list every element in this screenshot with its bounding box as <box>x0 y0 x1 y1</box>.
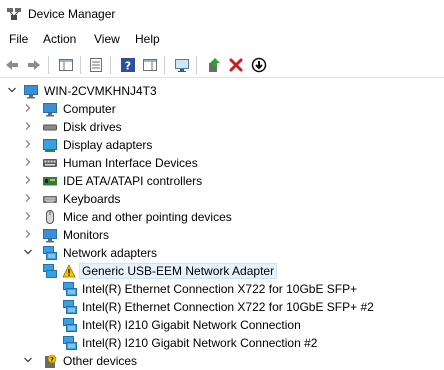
display-adapter-icon <box>43 139 57 152</box>
computer-icon <box>24 85 38 99</box>
expand-chevron-icon[interactable] <box>23 210 33 222</box>
menu-bar: File Action View Help <box>0 30 444 50</box>
menu-action[interactable]: Action <box>41 32 78 46</box>
forward-icon[interactable] <box>24 55 44 75</box>
tree-category-label: Display adapters <box>63 138 153 152</box>
toolbar-separator <box>196 56 197 74</box>
hid-icon <box>43 159 57 167</box>
menu-view[interactable]: View <box>92 32 122 46</box>
network-adapter-icon <box>63 300 77 314</box>
svg-text:?: ? <box>50 355 54 363</box>
expand-chevron-icon[interactable] <box>23 120 33 132</box>
toolbar-separator <box>164 56 165 74</box>
tree-category-hid[interactable]: Human Interface Devices <box>0 154 444 172</box>
expand-chevron-icon[interactable] <box>23 156 33 168</box>
tree-device-intel-x722[interactable]: Intel(R) Ethernet Connection X722 for 10… <box>0 280 444 298</box>
network-adapter-icon <box>63 318 77 332</box>
mouse-icon <box>46 210 54 224</box>
tree-category-label: Mice and other pointing devices <box>63 210 232 224</box>
menu-help[interactable]: Help <box>133 32 162 46</box>
network-adapter-icon <box>63 282 77 296</box>
tree-device-intel-i210[interactable]: Intel(R) I210 Gigabit Network Connection <box>0 316 444 334</box>
expand-chevron-icon[interactable] <box>23 174 33 186</box>
tree-category-ide-controllers[interactable]: IDE ATA/ATAPI controllers <box>0 172 444 190</box>
toolbar-separator <box>110 56 111 74</box>
ide-controller-icon <box>43 177 57 186</box>
collapse-chevron-icon[interactable] <box>23 354 33 366</box>
tree-category-label: Keyboards <box>63 192 121 206</box>
network-adapter-icon <box>43 246 57 260</box>
toolbar: ? <box>0 52 444 78</box>
network-adapter-icon <box>63 336 77 350</box>
monitor-icon <box>43 229 57 243</box>
tree-category-monitors[interactable]: Monitors <box>0 226 444 244</box>
tree-category-label: Computer <box>63 102 116 116</box>
update-driver-icon[interactable] <box>204 55 224 75</box>
warning-icon <box>62 264 76 278</box>
properties-icon[interactable] <box>86 55 106 75</box>
tree-device-label: Intel(R) I210 Gigabit Network Connection… <box>82 336 318 350</box>
show-hide-console-tree-icon[interactable] <box>56 55 76 75</box>
expand-chevron-icon[interactable] <box>23 192 33 204</box>
tree-device-label: Intel(R) Ethernet Connection X722 for 10… <box>82 282 358 296</box>
toolbar-separator <box>48 56 49 74</box>
tree-device-label: Generic USB-EEM Network Adapter <box>78 263 278 279</box>
tree-category-label: Other devices <box>63 354 138 368</box>
uninstall-icon[interactable] <box>226 55 246 75</box>
back-icon[interactable] <box>2 55 22 75</box>
tree-device-intel-i210-2[interactable]: Intel(R) I210 Gigabit Network Connection… <box>0 334 444 352</box>
window-title: Device Manager <box>28 7 116 21</box>
tree-category-computer[interactable]: Computer <box>0 100 444 118</box>
expand-chevron-icon[interactable] <box>23 138 33 150</box>
menu-file[interactable]: File <box>7 32 30 46</box>
disable-device-icon[interactable] <box>249 55 269 75</box>
device-tree: WIN-2CVMKHNJ4T3 Computer Disk drives Dis… <box>0 80 444 370</box>
tree-device-label: Intel(R) Ethernet Connection X722 for 10… <box>82 300 374 314</box>
expand-chevron-icon[interactable] <box>23 102 33 114</box>
svg-text:?: ? <box>125 60 131 73</box>
tree-category-disk-drives[interactable]: Disk drives <box>0 118 444 136</box>
expand-chevron-icon[interactable] <box>23 228 33 240</box>
other-devices-icon: ? <box>45 354 57 368</box>
tree-category-label: IDE ATA/ATAPI controllers <box>63 174 203 188</box>
device-manager-icon <box>7 8 21 20</box>
tree-device-generic-usb-eem[interactable]: Generic USB-EEM Network Adapter <box>0 262 444 280</box>
tree-category-mice[interactable]: Mice and other pointing devices <box>0 208 444 226</box>
collapse-chevron-icon[interactable] <box>23 246 33 258</box>
computer-icon <box>43 103 57 117</box>
action-pane-icon[interactable] <box>140 55 160 75</box>
tree-category-other-devices[interactable]: ? Other devices <box>0 352 444 370</box>
tree-category-label: Network adapters <box>63 246 158 260</box>
collapse-chevron-icon[interactable] <box>7 84 17 96</box>
tree-category-label: Human Interface Devices <box>63 156 198 170</box>
tree-category-label: Monitors <box>63 228 110 242</box>
tree-category-network-adapters[interactable]: Network adapters <box>0 244 444 262</box>
tree-root[interactable]: WIN-2CVMKHNJ4T3 <box>0 82 444 100</box>
tree-category-keyboards[interactable]: Keyboards <box>0 190 444 208</box>
tree-category-label: Disk drives <box>63 120 122 134</box>
tree-device-label: Intel(R) I210 Gigabit Network Connection <box>82 318 301 332</box>
disk-drive-icon <box>43 124 57 131</box>
scan-hardware-icon[interactable] <box>172 55 192 75</box>
toolbar-separator <box>80 56 81 74</box>
tree-root-label: WIN-2CVMKHNJ4T3 <box>44 84 157 98</box>
keyboard-icon <box>43 196 57 203</box>
network-adapter-icon <box>43 264 57 278</box>
tree-device-intel-x722-2[interactable]: Intel(R) Ethernet Connection X722 for 10… <box>0 298 444 316</box>
title-bar: Device Manager <box>0 0 444 28</box>
help-icon[interactable]: ? <box>118 55 138 75</box>
tree-category-display-adapters[interactable]: Display adapters <box>0 136 444 154</box>
